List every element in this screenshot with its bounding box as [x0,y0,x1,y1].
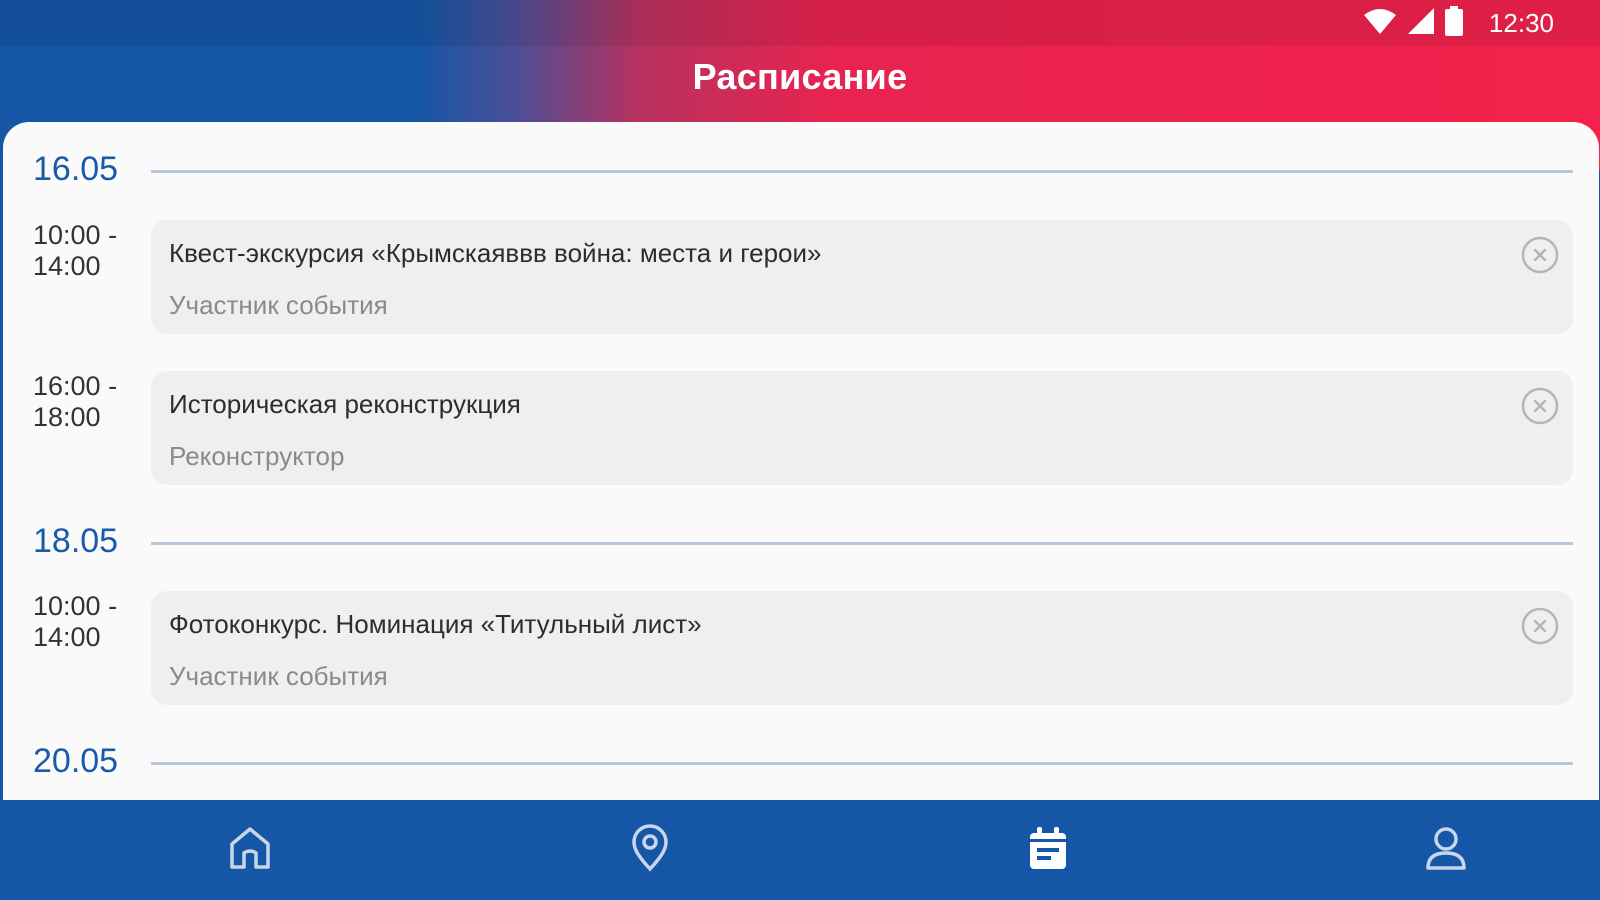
remove-event-icon[interactable] [1521,236,1559,274]
event-time-end: 14:00 [33,251,101,281]
remove-event-icon[interactable] [1521,607,1559,645]
event-item: 10:00 - 14:00 Квест-экскурсия «Крымскаяв… [3,220,1599,334]
event-card[interactable]: Историческая реконструкция Реконструктор [151,371,1573,485]
event-time-start: 10:00 - [33,591,118,621]
date-divider [151,762,1573,765]
event-title: Квест-экскурсия «Крымскаяввв война: мест… [169,238,822,268]
date-label: 18.05 [33,522,119,560]
status-icons: 12:30 [1363,5,1554,41]
map-pin-icon [630,823,670,877]
remove-event-icon[interactable] [1521,387,1559,425]
date-label: 20.05 [33,742,119,780]
event-time-start: 10:00 - [33,220,118,250]
event-time-end: 14:00 [33,622,101,652]
nav-map[interactable] [590,800,710,900]
app-screen: 12:30 Расписание 16.05 10:00 - 14:00 Кве… [0,0,1600,900]
event-title: Историческая реконструкция [169,389,521,419]
event-item: 16:00 - 18:00 Историческая реконструкция… [3,371,1599,485]
date-divider [151,170,1573,173]
date-label: 16.05 [33,150,119,188]
event-card[interactable]: Фотоконкурс. Номинация «Титульный лист» … [151,591,1573,705]
nav-schedule[interactable] [988,800,1108,900]
nav-profile[interactable] [1386,800,1506,900]
event-time-end: 18:00 [33,402,101,432]
event-role: Участник события [169,290,388,320]
event-title: Фотоконкурс. Номинация «Титульный лист» [169,609,702,639]
status-time: 12:30 [1488,7,1554,38]
event-time-start: 16:00 - [33,371,118,401]
profile-icon [1424,825,1468,876]
event-time: 16:00 - 18:00 [33,371,143,433]
event-role: Реконструктор [169,441,345,471]
home-icon [228,825,272,876]
date-header: 18.05 [3,522,1599,566]
calendar-icon [1028,825,1068,876]
event-card[interactable]: Квест-экскурсия «Крымскаяввв война: мест… [151,220,1573,334]
date-header: 16.05 [3,150,1599,194]
event-item: 10:00 - 14:00 Фотоконкурс. Номинация «Ти… [3,591,1599,705]
event-role: Участник события [169,661,388,691]
wifi-icon [1363,7,1397,40]
event-time: 10:00 - 14:00 [33,591,143,653]
bottom-navigation [0,800,1600,900]
nav-home[interactable] [190,800,310,900]
schedule-list[interactable]: 16.05 10:00 - 14:00 Квест-экскурсия «Кры… [3,122,1599,822]
page-title: Расписание [692,56,908,97]
battery-icon [1444,5,1463,41]
status-bar: 12:30 [0,0,1600,46]
date-header: 20.05 [3,742,1599,786]
cellular-signal-icon [1407,7,1435,40]
event-time: 10:00 - 14:00 [33,220,143,282]
date-divider [151,542,1573,545]
